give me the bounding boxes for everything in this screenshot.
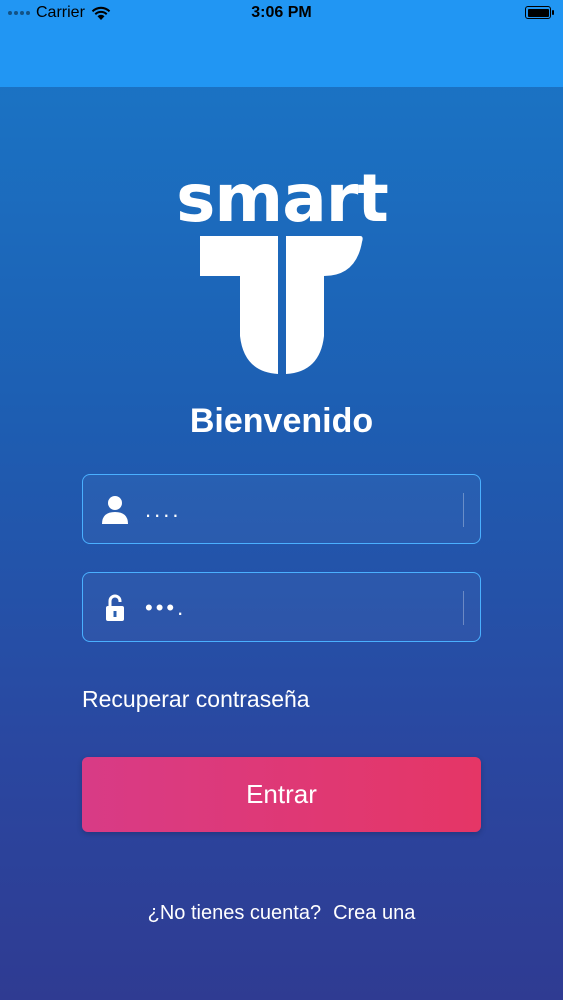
status-time: 3:06 PM: [251, 4, 312, 21]
logo-wordmark: smart: [176, 160, 389, 237]
logo-t-mark: [200, 236, 363, 374]
password-input[interactable]: [143, 573, 467, 642]
user-icon: [102, 496, 128, 524]
signup-row: ¿No tienes cuenta? Crea una: [0, 902, 563, 925]
username-field[interactable]: [82, 474, 481, 544]
password-field[interactable]: [82, 572, 481, 642]
lock-icon: [106, 594, 124, 621]
field-divider: [463, 493, 464, 527]
forgot-password-link[interactable]: Recuperar contraseña: [82, 686, 310, 713]
field-divider: [463, 591, 464, 625]
login-screen: Carrier 3:06 PM smart Bienvenido .... ••…: [0, 0, 563, 1000]
welcome-title: Bienvenido: [189, 402, 374, 440]
signup-link[interactable]: Crea una: [333, 902, 415, 924]
battery-icon: [525, 6, 554, 19]
login-button[interactable]: Entrar: [82, 757, 481, 832]
username-input[interactable]: [143, 475, 467, 544]
status-bar: Carrier 3:06 PM: [0, 0, 563, 28]
signup-prompt: ¿No tienes cuenta?: [147, 902, 322, 924]
smart-logo: smart: [170, 166, 394, 378]
